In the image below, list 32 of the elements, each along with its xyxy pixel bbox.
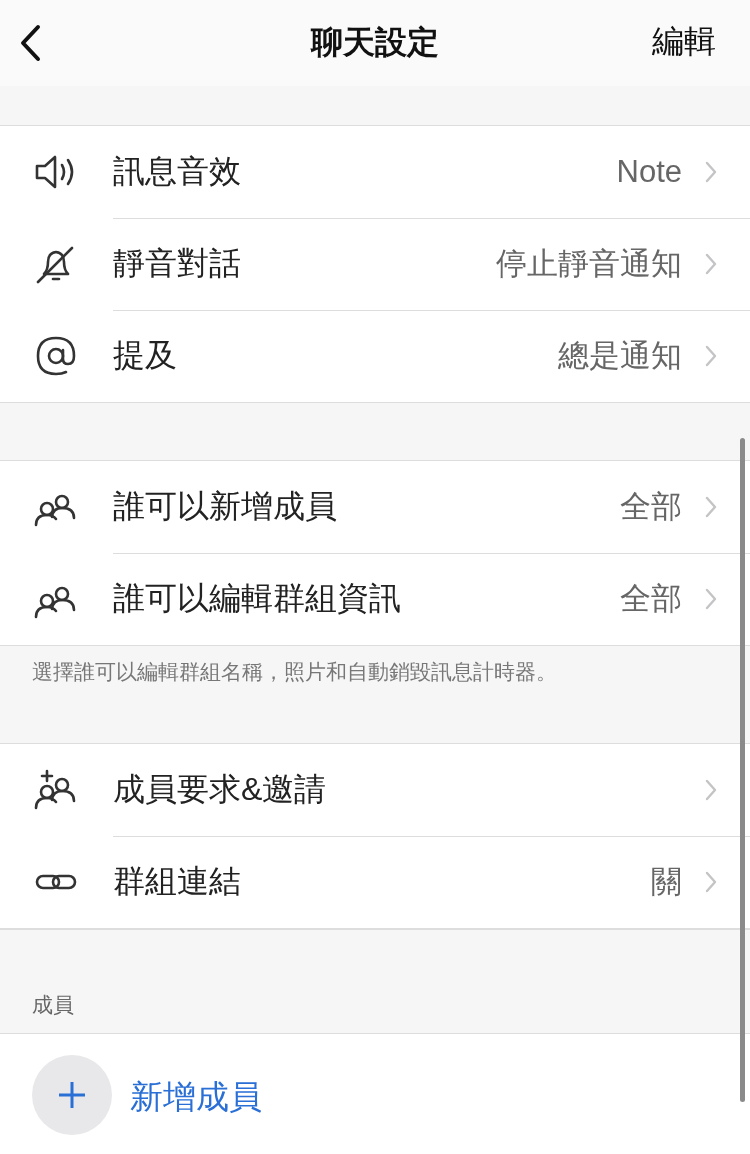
section-heading: 成員 [32, 992, 74, 1018]
setting-value: 停止靜音通知 [496, 244, 682, 283]
setting-value: 關 [651, 863, 682, 901]
setting-label: 群組連結 [113, 862, 242, 901]
setting-label: 提及 [113, 336, 178, 375]
settings-row[interactable]: 誰可以編輯群組資訊 全部 [0, 553, 750, 645]
chevron-icon [704, 494, 718, 519]
setting-value: 總是通知 [558, 337, 682, 375]
settings-row[interactable]: 提及 總是通知 [0, 310, 750, 402]
setting-label: 誰可以新增成員 [113, 486, 338, 526]
chevron-icon [704, 587, 718, 611]
setting-label: 訊息音效 [113, 151, 242, 191]
settings-row[interactable]: 訊息音效 Note [0, 126, 750, 218]
chevron-icon [704, 159, 718, 184]
chevron-icon [704, 870, 718, 894]
setting-value: Note [616, 153, 682, 190]
setting-value: 全部 [620, 580, 682, 618]
settings-row[interactable]: 靜音對話 停止靜音通知 [0, 218, 750, 310]
chevron-icon [704, 344, 718, 368]
footnote-text: 選擇誰可以編輯群組名稱，照片和自動銷毀訊息計時器。 [31, 659, 558, 685]
screen-title: 聊天設定 [311, 23, 439, 62]
setting-label: 誰可以編輯群組資訊 [113, 579, 402, 618]
setting-value: 全部 [620, 487, 682, 526]
chevron-icon [704, 251, 718, 276]
chevron-icon [704, 777, 718, 802]
add-member-link[interactable]: 新增成員 [130, 1075, 262, 1120]
setting-label: 成員要求&邀請 [113, 769, 328, 809]
plus-icon [57, 1080, 87, 1110]
back-icon[interactable] [18, 23, 42, 63]
edit-button[interactable]: 編輯 [652, 20, 716, 64]
setting-label: 靜音對話 [113, 243, 242, 283]
settings-row[interactable]: 群組連結 關 [0, 836, 750, 928]
